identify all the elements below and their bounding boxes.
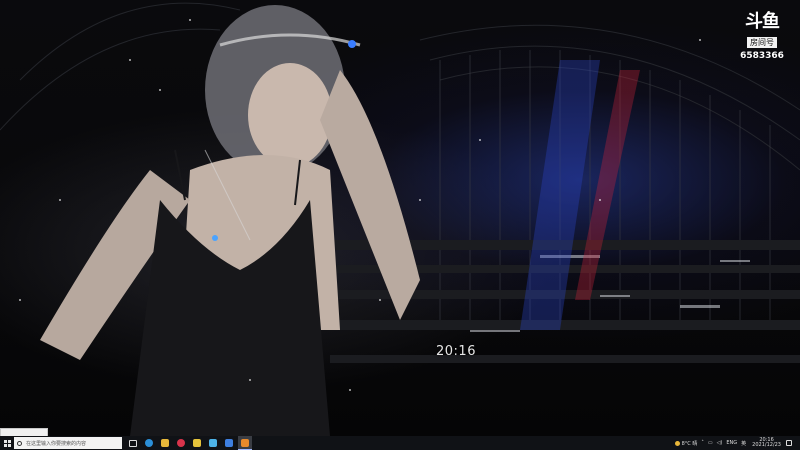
taskbar-app-yellow[interactable] — [190, 436, 204, 450]
taskbar-app-edge[interactable] — [142, 436, 156, 450]
taskbar-app-blue[interactable] — [222, 436, 236, 450]
app-orange-icon — [241, 438, 249, 447]
task-view-button[interactable] — [126, 436, 140, 450]
app-check-icon — [209, 439, 217, 447]
desktop-wallpaper — [0, 0, 800, 436]
network-icon[interactable]: ▭ — [708, 440, 713, 446]
taskbar-app-check[interactable] — [206, 436, 220, 450]
taskbar-app-orange[interactable] — [238, 436, 252, 450]
keyboard-layout[interactable]: ENG — [726, 440, 737, 446]
ime-indicator[interactable]: 英 — [741, 440, 746, 447]
notification-center-icon[interactable] — [786, 440, 792, 446]
chevron-up-icon: ˄ — [701, 440, 704, 446]
desktop-clock-widget: 20:16 — [436, 344, 476, 359]
wallpaper-art — [0, 2, 800, 436]
weather-widget[interactable]: 8°C 晴 — [674, 440, 698, 447]
taskbar-app-red[interactable] — [174, 436, 188, 450]
taskbar-apps — [126, 436, 254, 450]
windows-logo-icon — [3, 439, 11, 447]
system-tray: 8°C 晴 ˄ ▭ ◁) ENG 英 20:16 2021/12/23 — [671, 436, 800, 450]
taskbar-date: 2021/12/23 — [752, 442, 781, 448]
taskbar-search-box[interactable]: 在这里输入你要搜索的内容 — [14, 437, 122, 449]
room-number-badge: 房间号 — [747, 37, 777, 48]
file-explorer-icon — [161, 439, 169, 447]
douyu-watermark: 斗鱼 房间号 6583366 — [738, 11, 786, 62]
douyu-logo: 斗鱼 — [745, 11, 780, 32]
start-button[interactable] — [0, 436, 14, 450]
task-view-icon — [129, 439, 137, 447]
volume-icon[interactable]: ◁) — [717, 440, 723, 446]
search-placeholder: 在这里输入你要搜索的内容 — [26, 440, 87, 447]
search-icon — [17, 440, 22, 446]
app-red-icon — [177, 439, 185, 447]
room-id: 6583366 — [740, 51, 784, 61]
taskbar-clock[interactable]: 20:16 2021/12/23 — [752, 438, 781, 448]
app-yellow-icon — [193, 439, 201, 447]
moon-icon — [674, 440, 680, 446]
tray-overflow-button[interactable]: ˄ — [701, 440, 704, 446]
taskbar-app-explorer[interactable] — [158, 436, 172, 450]
app-blue-icon — [225, 439, 233, 447]
taskbar: 在这里输入你要搜索的内容 8°C 晴 ˄ ▭ ◁) ENG 英 20:16 20… — [0, 436, 800, 450]
edge-icon — [145, 439, 153, 447]
weather-text: 8°C 晴 — [681, 440, 698, 447]
